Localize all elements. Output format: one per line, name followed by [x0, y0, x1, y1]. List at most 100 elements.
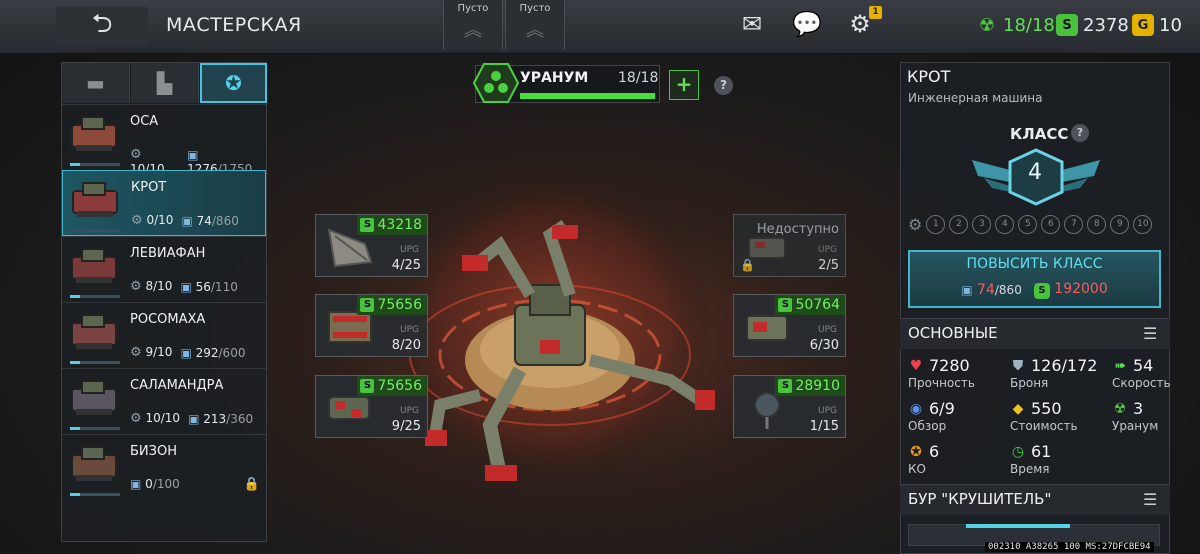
- money-icon: S: [1056, 14, 1078, 36]
- card-stat: ▣ 0/100: [130, 477, 180, 491]
- unavailable-label: Недоступно: [756, 222, 839, 237]
- uranium-help-button[interactable]: ?: [714, 76, 733, 95]
- star-badge-icon: ✪: [910, 443, 922, 460]
- armor-icon: ⛊: [1012, 357, 1024, 374]
- upgrade-slot-drill[interactable]: S 43218 UPG 4/25: [315, 214, 428, 277]
- upgrade-level: 1/15: [809, 419, 839, 434]
- upgrade-slot-engine[interactable]: S 50764 UPG 6/30: [733, 294, 846, 357]
- class-level-dot: 1: [926, 215, 946, 234]
- stat-value-row: ◆ 550: [1010, 399, 1098, 418]
- upgrade-price: S 75656: [357, 376, 427, 396]
- vehicle-progress: [70, 163, 120, 166]
- stat-value: 6/9: [929, 399, 955, 418]
- vehicle-thumbnail: [71, 314, 117, 349]
- upgrade-slot-tracks[interactable]: S 75656 UPG 9/25: [315, 375, 428, 438]
- vehicle-thumbnail: [71, 380, 117, 415]
- upgrade-slot-locked[interactable]: Недоступно 🔒 UPG 2/5: [733, 214, 846, 277]
- cube-icon: ◆: [1012, 400, 1024, 417]
- cards-have: 74: [977, 281, 995, 298]
- cards-icon: ▣: [180, 279, 192, 294]
- vehicle-thumbnail: [72, 182, 118, 217]
- upgrade-price: S 50764: [775, 295, 845, 315]
- upgrade-count: 8/10: [145, 279, 173, 293]
- stat-value: 61: [1031, 442, 1052, 461]
- card-count: 0: [145, 477, 153, 491]
- tab-vehicles[interactable]: ▬: [62, 63, 130, 103]
- price-value: 28910: [795, 378, 840, 394]
- money-required: 192000: [1054, 281, 1108, 297]
- uranium-progress: [520, 93, 655, 99]
- class-level-dot: 7: [1064, 215, 1084, 234]
- vehicle-list-item[interactable]: ОСА ⚙ 10/10 ▣ 1276/1750: [62, 104, 266, 176]
- money-icon: S: [778, 379, 793, 393]
- vehicle-progress: [70, 295, 120, 298]
- stat-label: Скорость: [1112, 376, 1171, 390]
- add-uranium-button[interactable]: +: [669, 70, 699, 100]
- list-menu-icon[interactable]: ☰: [1143, 490, 1157, 509]
- vehicle-list-item[interactable]: РОСОМАХА ⚙ 9/10 ▣ 292/600: [62, 302, 266, 368]
- card-count: 213: [203, 411, 227, 426]
- vehicle-thumbnail: [71, 116, 117, 151]
- vehicle-list-item[interactable]: САЛАМАНДРА ⚙ 10/10 ▣ 213/360: [62, 368, 266, 434]
- upgrade-slot-armor[interactable]: S 75656 UPG 8/20: [315, 294, 428, 357]
- vehicle-name: ОСА: [130, 114, 159, 129]
- stat-value: 6: [929, 442, 940, 461]
- vehicle-list-item[interactable]: КРОТ ⚙ 0/10 ▣ 74/860: [62, 170, 266, 236]
- class-help-button[interactable]: ?: [1071, 124, 1089, 142]
- chat-icon[interactable]: 💬: [790, 10, 824, 38]
- lock-icon: 🔒: [243, 477, 260, 492]
- page-title: МАСТЕРСКАЯ: [166, 14, 302, 36]
- stat-label: Уранум: [1112, 419, 1159, 433]
- wings-badge-icon: ✪: [225, 71, 242, 95]
- upgrade-price: S 28910: [775, 376, 845, 396]
- weapon-progress: [966, 524, 1070, 528]
- cards-icon: ▣: [181, 213, 193, 228]
- uranium-count: 18/18: [618, 70, 659, 86]
- slot-label: Пусто: [457, 3, 489, 14]
- gear-icon: ⚙: [131, 213, 143, 228]
- vehicle-stats: ⚙ 10/10 ▣ 213/360: [130, 411, 253, 426]
- stat-star-badge: ✪ 6 КО: [908, 442, 996, 476]
- eye-icon: ◉: [909, 400, 923, 417]
- class-level-dot: 4: [995, 215, 1015, 234]
- vehicle-thumbnail: [71, 248, 117, 283]
- empty-slot-2[interactable]: Пусто ︽: [505, 0, 565, 50]
- upgrade-count: 10/10: [145, 411, 181, 425]
- card-stat: ▣ 74/860: [181, 214, 238, 228]
- money-icon: S: [360, 298, 375, 312]
- section-weapon-title: БУР "КРУШИТЕЛЬ": [908, 490, 1052, 508]
- class-level-dot: 9: [1110, 215, 1130, 234]
- vehicle-name: САЛАМАНДРА: [130, 378, 224, 393]
- tab-factory[interactable]: ▙: [131, 63, 199, 103]
- stat-value-row: ◷ 61: [1010, 442, 1098, 461]
- class-level-dot: 6: [1041, 215, 1061, 234]
- arm-claw-top: [552, 225, 578, 239]
- uranium-count: 18/18: [1003, 14, 1055, 36]
- stat-label: Броня: [1010, 376, 1049, 390]
- upgrade-slot-sensor[interactable]: S 28910 UPG 1/15: [733, 375, 846, 438]
- stat-value-row: ◉ 6/9: [908, 399, 996, 418]
- vehicle-list-item[interactable]: ЛЕВИАФАН ⚙ 8/10 ▣ 56/110: [62, 236, 266, 302]
- mail-icon[interactable]: ✉: [735, 10, 769, 38]
- vehicle-stats: ⚙ 0/10 ▣ 74/860: [131, 213, 239, 228]
- card-max: /360: [226, 411, 254, 426]
- vehicle-progress: [70, 427, 120, 430]
- stat-clock: ◷ 61 Время: [1010, 442, 1098, 476]
- vehicle-stats: ⚙ 9/10 ▣ 292/600: [130, 345, 245, 360]
- upgrade-caption: UPG: [400, 406, 419, 416]
- upgrade-stat: ⚙ 9/10: [130, 345, 172, 360]
- tab-engineering[interactable]: ✪: [200, 63, 267, 103]
- vehicle-type: Инженерная машина: [908, 91, 1043, 105]
- upgrade-price: S 43218: [357, 215, 427, 235]
- stat-value: 7280: [929, 356, 970, 375]
- back-button[interactable]: ⮌: [56, 7, 148, 47]
- slot-label: Пусто: [519, 3, 551, 14]
- vehicle-list-item[interactable]: БИЗОН ▣ 0/100 🔒: [62, 434, 266, 500]
- vehicle-progress: [71, 229, 121, 232]
- stat-value: 550: [1031, 399, 1062, 418]
- list-menu-icon[interactable]: ☰: [1143, 324, 1157, 343]
- money-resource: S 2378: [1056, 14, 1129, 36]
- speed-arrow-icon: ➠: [1114, 357, 1126, 374]
- uranium-icon: ☢: [1113, 400, 1127, 417]
- empty-slot-1[interactable]: Пусто ︽: [443, 0, 503, 50]
